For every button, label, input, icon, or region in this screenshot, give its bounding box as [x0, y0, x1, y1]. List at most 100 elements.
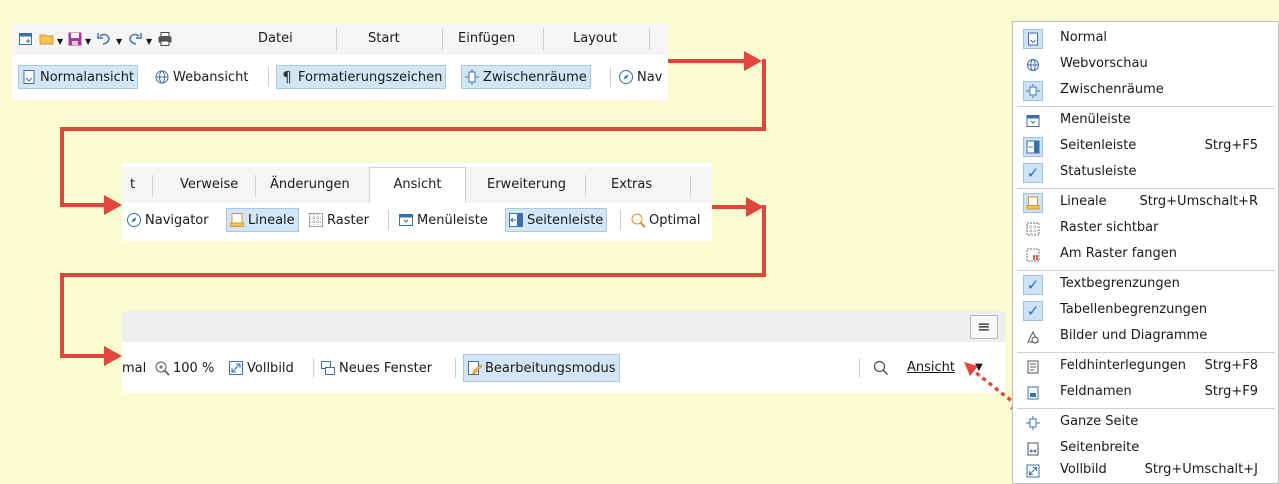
fullscreen-button[interactable]: Vollbild — [228, 356, 294, 380]
tab-divider — [336, 28, 337, 50]
menu-item-textbegrenzungen[interactable]: ✓ Textbegrenzungen — [1013, 272, 1278, 298]
sidebar-button[interactable]: Seitenleiste — [505, 208, 608, 232]
menu-item-feldhinterlegungen[interactable]: Feldhinterlegungen Strg+F8 — [1013, 354, 1278, 380]
fullscreen-icon — [1023, 461, 1043, 481]
zoom-optimal-icon — [630, 212, 646, 228]
hamburger-icon: ≡ — [977, 317, 991, 336]
compass-icon — [618, 69, 634, 85]
menu-item-normal[interactable]: Normal — [1013, 26, 1278, 52]
menu-divider — [1017, 270, 1275, 271]
menu-item-menueleiste[interactable]: Menüleiste — [1013, 108, 1278, 134]
toolbar-panel-2: t Verweise Änderungen Ansicht Erweiterun… — [122, 163, 712, 241]
globe-icon — [154, 69, 170, 85]
tab-bar — [122, 311, 1005, 342]
normal-view-label: mal — [122, 360, 147, 376]
menu-item-label: Seitenbreite — [1060, 440, 1140, 455]
sidebar-icon — [1023, 137, 1043, 157]
tab-verweise[interactable]: Verweise — [180, 170, 238, 200]
menu-divider — [1017, 106, 1275, 107]
navigator-button[interactable]: Navigator — [126, 208, 209, 232]
menu-item-shortcut: Strg+F9 — [1204, 384, 1258, 399]
grid-icon — [1023, 219, 1043, 239]
globe-icon — [1023, 55, 1043, 75]
toolbar-panel-1: ▼ ▼ ▼ ▼ Datei Start Einfügen Layout Norm… — [12, 24, 668, 100]
menu-item-label: Am Raster fangen — [1060, 246, 1178, 261]
menu-item-label: Lineale — [1060, 194, 1107, 209]
menu-item-label: Textbegrenzungen — [1060, 276, 1180, 291]
navigator-button[interactable]: Nav — [618, 65, 662, 89]
sidebar-label: Seitenleiste — [527, 212, 604, 228]
tab-extras[interactable]: Extras — [611, 170, 652, 200]
whitespace-label: Zwischenräume — [483, 69, 587, 85]
chevron-down-icon[interactable]: ▼ — [85, 37, 91, 46]
tab-divider — [649, 28, 650, 50]
print-icon[interactable] — [157, 31, 173, 47]
menu-item-zwischenraeume[interactable]: Zwischenräume — [1013, 78, 1278, 104]
menu-item-seitenleiste[interactable]: Seitenleiste Strg+F5 — [1013, 134, 1278, 160]
rulers-button[interactable]: Lineale — [226, 208, 299, 232]
tab-aenderungen[interactable]: Änderungen — [270, 170, 350, 200]
navigator-label: Nav — [637, 69, 663, 85]
normal-view-button[interactable]: Normalansicht — [18, 65, 139, 89]
menubar-icon — [1023, 111, 1043, 131]
optimal-button[interactable]: Optimal — [630, 208, 700, 232]
whitespace-button[interactable]: Zwischenräume — [461, 65, 591, 89]
grid-button[interactable]: Raster — [308, 208, 369, 232]
menu-divider — [1017, 352, 1275, 353]
menu-item-vollbild[interactable]: Vollbild Strg+Umschalt+J — [1013, 458, 1278, 484]
menu-item-am-raster-fangen[interactable]: Am Raster fangen — [1013, 242, 1278, 268]
menubar-label: Menüleiste — [417, 212, 488, 228]
search-icon[interactable] — [873, 360, 889, 376]
new-window-label: Neues Fenster — [339, 360, 433, 376]
menu-item-tabellenbegrenzungen[interactable]: ✓ Tabellenbegrenzungen — [1013, 298, 1278, 324]
save-icon[interactable] — [67, 31, 83, 47]
zoom-100-button[interactable]: 100 % — [154, 356, 214, 380]
new-document-icon[interactable] — [18, 31, 34, 47]
menu-item-lineale[interactable]: Lineale Strg+Umschalt+R — [1013, 190, 1278, 216]
menu-item-bilder-und-diagramme[interactable]: Bilder und Diagramme — [1013, 324, 1278, 350]
whitespace-icon — [1023, 81, 1043, 101]
open-folder-icon[interactable] — [39, 31, 55, 47]
menubar-button[interactable]: Menüleiste — [398, 208, 488, 232]
tab-einfuegen[interactable]: Einfügen — [458, 24, 515, 54]
menu-item-ganze-seite[interactable]: Ganze Seite — [1013, 410, 1278, 436]
tab-bar: ▼ ▼ ▼ ▼ Datei Start Einfügen Layout — [12, 24, 668, 55]
menu-item-label: Feldnamen — [1060, 384, 1132, 399]
web-view-button[interactable]: Webansicht — [154, 65, 248, 89]
menu-item-label: Menüleiste — [1060, 112, 1131, 127]
tab-ansicht[interactable]: Ansicht — [369, 167, 466, 203]
tab-datei[interactable]: Datei — [258, 24, 293, 54]
tab-start[interactable]: Start — [368, 24, 400, 54]
chevron-down-icon[interactable]: ▼ — [57, 37, 63, 46]
menu-item-shortcut: Strg+F8 — [1204, 358, 1258, 373]
optimal-label: Optimal — [649, 212, 701, 228]
undo-icon[interactable] — [96, 30, 112, 46]
tab-divider — [152, 175, 153, 197]
toolbar-divider — [620, 210, 621, 230]
normal-view-button[interactable]: mal — [122, 356, 146, 380]
tab-divider — [442, 28, 443, 50]
redo-icon[interactable] — [127, 30, 143, 46]
menu-item-feldnamen[interactable]: Feldnamen Strg+F9 — [1013, 380, 1278, 406]
normal-view-label: Normalansicht — [40, 69, 135, 85]
toolbar-divider — [268, 67, 269, 87]
hamburger-menu-button[interactable]: ≡ — [970, 315, 998, 339]
formatting-marks-button[interactable]: ¶ Formatierungszeichen — [276, 65, 447, 89]
chevron-down-icon[interactable]: ▼ — [116, 37, 122, 46]
web-view-label: Webansicht — [173, 69, 249, 85]
toolbar-panel-3: ≡ mal 100 % Vollbild Neues Fenster Bearb… — [122, 311, 1005, 393]
tab-layout[interactable]: Layout — [573, 24, 617, 54]
menu-item-statusleiste[interactable]: ✓ Statusleiste — [1013, 160, 1278, 186]
tab-partial[interactable]: t — [130, 170, 135, 200]
menu-item-raster-sichtbar[interactable]: Raster sichtbar — [1013, 216, 1278, 242]
fullscreen-icon — [228, 360, 244, 376]
new-window-button[interactable]: Neues Fenster — [320, 356, 432, 380]
field-names-icon — [1023, 383, 1043, 403]
view-menu-label[interactable]: Ansicht — [907, 360, 955, 375]
edit-mode-button[interactable]: Bearbeitungsmodus — [463, 354, 620, 382]
tab-erweiterung[interactable]: Erweiterung — [487, 170, 566, 200]
whole-page-icon — [1023, 413, 1043, 433]
chevron-down-icon[interactable]: ▼ — [146, 37, 152, 46]
menu-item-webvorschau[interactable]: Webvorschau — [1013, 52, 1278, 78]
page-width-icon — [1023, 439, 1043, 459]
